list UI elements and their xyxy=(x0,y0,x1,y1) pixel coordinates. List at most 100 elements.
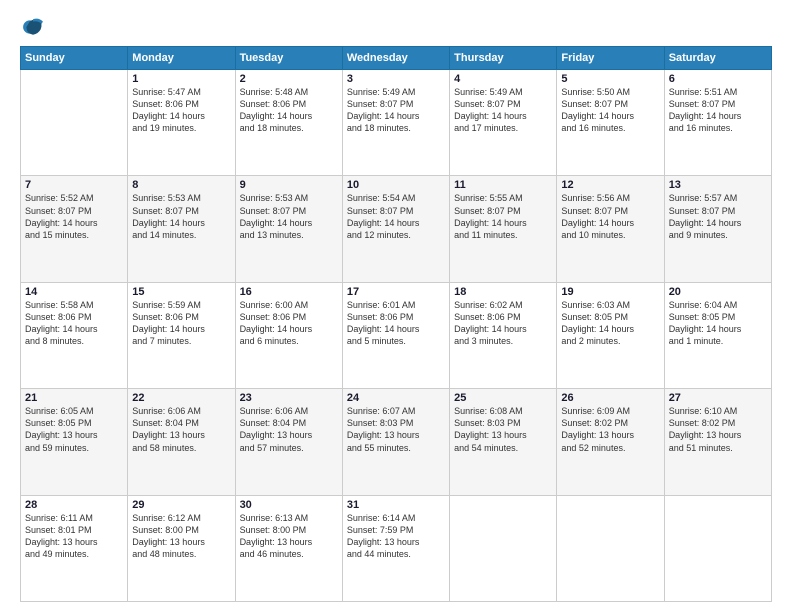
calendar-cell: 14Sunrise: 5:58 AM Sunset: 8:06 PM Dayli… xyxy=(21,282,128,388)
day-info: Sunrise: 5:58 AM Sunset: 8:06 PM Dayligh… xyxy=(25,299,123,348)
weekday-thursday: Thursday xyxy=(450,47,557,70)
weekday-monday: Monday xyxy=(128,47,235,70)
day-info: Sunrise: 6:08 AM Sunset: 8:03 PM Dayligh… xyxy=(454,405,552,454)
calendar-week-2: 7Sunrise: 5:52 AM Sunset: 8:07 PM Daylig… xyxy=(21,176,772,282)
logo xyxy=(20,16,44,38)
calendar-cell: 16Sunrise: 6:00 AM Sunset: 8:06 PM Dayli… xyxy=(235,282,342,388)
day-number: 13 xyxy=(669,179,767,191)
day-info: Sunrise: 6:05 AM Sunset: 8:05 PM Dayligh… xyxy=(25,405,123,454)
calendar-cell: 7Sunrise: 5:52 AM Sunset: 8:07 PM Daylig… xyxy=(21,176,128,282)
calendar-cell: 30Sunrise: 6:13 AM Sunset: 8:00 PM Dayli… xyxy=(235,495,342,601)
calendar-cell: 27Sunrise: 6:10 AM Sunset: 8:02 PM Dayli… xyxy=(664,389,771,495)
day-number: 5 xyxy=(561,73,659,85)
calendar-cell: 12Sunrise: 5:56 AM Sunset: 8:07 PM Dayli… xyxy=(557,176,664,282)
day-number: 14 xyxy=(25,286,123,298)
day-number: 17 xyxy=(347,286,445,298)
calendar-cell: 21Sunrise: 6:05 AM Sunset: 8:05 PM Dayli… xyxy=(21,389,128,495)
calendar-week-3: 14Sunrise: 5:58 AM Sunset: 8:06 PM Dayli… xyxy=(21,282,772,388)
day-info: Sunrise: 6:12 AM Sunset: 8:00 PM Dayligh… xyxy=(132,512,230,561)
calendar-cell: 9Sunrise: 5:53 AM Sunset: 8:07 PM Daylig… xyxy=(235,176,342,282)
day-number: 1 xyxy=(132,73,230,85)
day-number: 4 xyxy=(454,73,552,85)
day-number: 10 xyxy=(347,179,445,191)
day-info: Sunrise: 6:03 AM Sunset: 8:05 PM Dayligh… xyxy=(561,299,659,348)
calendar-week-5: 28Sunrise: 6:11 AM Sunset: 8:01 PM Dayli… xyxy=(21,495,772,601)
day-info: Sunrise: 5:49 AM Sunset: 8:07 PM Dayligh… xyxy=(347,86,445,135)
calendar-cell: 13Sunrise: 5:57 AM Sunset: 8:07 PM Dayli… xyxy=(664,176,771,282)
calendar-cell: 18Sunrise: 6:02 AM Sunset: 8:06 PM Dayli… xyxy=(450,282,557,388)
day-number: 15 xyxy=(132,286,230,298)
calendar-cell: 19Sunrise: 6:03 AM Sunset: 8:05 PM Dayli… xyxy=(557,282,664,388)
weekday-sunday: Sunday xyxy=(21,47,128,70)
day-number: 28 xyxy=(25,499,123,511)
day-info: Sunrise: 5:53 AM Sunset: 8:07 PM Dayligh… xyxy=(132,192,230,241)
weekday-saturday: Saturday xyxy=(664,47,771,70)
calendar-cell: 6Sunrise: 5:51 AM Sunset: 8:07 PM Daylig… xyxy=(664,70,771,176)
day-number: 16 xyxy=(240,286,338,298)
day-info: Sunrise: 6:11 AM Sunset: 8:01 PM Dayligh… xyxy=(25,512,123,561)
day-number: 25 xyxy=(454,392,552,404)
calendar-cell: 15Sunrise: 5:59 AM Sunset: 8:06 PM Dayli… xyxy=(128,282,235,388)
weekday-header-row: SundayMondayTuesdayWednesdayThursdayFrid… xyxy=(21,47,772,70)
calendar-cell: 22Sunrise: 6:06 AM Sunset: 8:04 PM Dayli… xyxy=(128,389,235,495)
calendar-cell: 17Sunrise: 6:01 AM Sunset: 8:06 PM Dayli… xyxy=(342,282,449,388)
day-info: Sunrise: 5:59 AM Sunset: 8:06 PM Dayligh… xyxy=(132,299,230,348)
day-info: Sunrise: 5:51 AM Sunset: 8:07 PM Dayligh… xyxy=(669,86,767,135)
calendar-cell: 2Sunrise: 5:48 AM Sunset: 8:06 PM Daylig… xyxy=(235,70,342,176)
day-number: 20 xyxy=(669,286,767,298)
day-number: 8 xyxy=(132,179,230,191)
calendar-cell: 5Sunrise: 5:50 AM Sunset: 8:07 PM Daylig… xyxy=(557,70,664,176)
day-info: Sunrise: 6:00 AM Sunset: 8:06 PM Dayligh… xyxy=(240,299,338,348)
day-info: Sunrise: 5:53 AM Sunset: 8:07 PM Dayligh… xyxy=(240,192,338,241)
day-info: Sunrise: 6:01 AM Sunset: 8:06 PM Dayligh… xyxy=(347,299,445,348)
day-info: Sunrise: 5:57 AM Sunset: 8:07 PM Dayligh… xyxy=(669,192,767,241)
weekday-wednesday: Wednesday xyxy=(342,47,449,70)
day-info: Sunrise: 6:07 AM Sunset: 8:03 PM Dayligh… xyxy=(347,405,445,454)
day-info: Sunrise: 5:47 AM Sunset: 8:06 PM Dayligh… xyxy=(132,86,230,135)
day-number: 11 xyxy=(454,179,552,191)
day-info: Sunrise: 5:55 AM Sunset: 8:07 PM Dayligh… xyxy=(454,192,552,241)
weekday-friday: Friday xyxy=(557,47,664,70)
calendar-cell: 4Sunrise: 5:49 AM Sunset: 8:07 PM Daylig… xyxy=(450,70,557,176)
logo-icon xyxy=(22,16,44,38)
calendar-cell: 8Sunrise: 5:53 AM Sunset: 8:07 PM Daylig… xyxy=(128,176,235,282)
day-number: 7 xyxy=(25,179,123,191)
day-number: 29 xyxy=(132,499,230,511)
calendar-cell: 26Sunrise: 6:09 AM Sunset: 8:02 PM Dayli… xyxy=(557,389,664,495)
calendar-cell: 11Sunrise: 5:55 AM Sunset: 8:07 PM Dayli… xyxy=(450,176,557,282)
calendar-cell xyxy=(557,495,664,601)
calendar-cell: 25Sunrise: 6:08 AM Sunset: 8:03 PM Dayli… xyxy=(450,389,557,495)
day-info: Sunrise: 5:56 AM Sunset: 8:07 PM Dayligh… xyxy=(561,192,659,241)
calendar-cell: 10Sunrise: 5:54 AM Sunset: 8:07 PM Dayli… xyxy=(342,176,449,282)
calendar-week-1: 1Sunrise: 5:47 AM Sunset: 8:06 PM Daylig… xyxy=(21,70,772,176)
day-info: Sunrise: 5:54 AM Sunset: 8:07 PM Dayligh… xyxy=(347,192,445,241)
day-number: 23 xyxy=(240,392,338,404)
calendar-week-4: 21Sunrise: 6:05 AM Sunset: 8:05 PM Dayli… xyxy=(21,389,772,495)
day-info: Sunrise: 5:48 AM Sunset: 8:06 PM Dayligh… xyxy=(240,86,338,135)
day-info: Sunrise: 5:52 AM Sunset: 8:07 PM Dayligh… xyxy=(25,192,123,241)
day-info: Sunrise: 6:10 AM Sunset: 8:02 PM Dayligh… xyxy=(669,405,767,454)
day-number: 27 xyxy=(669,392,767,404)
calendar-cell: 20Sunrise: 6:04 AM Sunset: 8:05 PM Dayli… xyxy=(664,282,771,388)
day-number: 24 xyxy=(347,392,445,404)
day-number: 6 xyxy=(669,73,767,85)
day-number: 31 xyxy=(347,499,445,511)
day-number: 22 xyxy=(132,392,230,404)
calendar-cell: 23Sunrise: 6:06 AM Sunset: 8:04 PM Dayli… xyxy=(235,389,342,495)
calendar-cell xyxy=(450,495,557,601)
day-number: 12 xyxy=(561,179,659,191)
day-number: 21 xyxy=(25,392,123,404)
day-info: Sunrise: 5:50 AM Sunset: 8:07 PM Dayligh… xyxy=(561,86,659,135)
day-number: 3 xyxy=(347,73,445,85)
day-number: 9 xyxy=(240,179,338,191)
page: SundayMondayTuesdayWednesdayThursdayFrid… xyxy=(0,0,792,612)
day-info: Sunrise: 6:06 AM Sunset: 8:04 PM Dayligh… xyxy=(240,405,338,454)
calendar-cell xyxy=(664,495,771,601)
day-info: Sunrise: 6:02 AM Sunset: 8:06 PM Dayligh… xyxy=(454,299,552,348)
day-number: 30 xyxy=(240,499,338,511)
day-info: Sunrise: 6:06 AM Sunset: 8:04 PM Dayligh… xyxy=(132,405,230,454)
day-info: Sunrise: 6:13 AM Sunset: 8:00 PM Dayligh… xyxy=(240,512,338,561)
calendar-cell: 24Sunrise: 6:07 AM Sunset: 8:03 PM Dayli… xyxy=(342,389,449,495)
day-number: 26 xyxy=(561,392,659,404)
calendar-cell: 3Sunrise: 5:49 AM Sunset: 8:07 PM Daylig… xyxy=(342,70,449,176)
